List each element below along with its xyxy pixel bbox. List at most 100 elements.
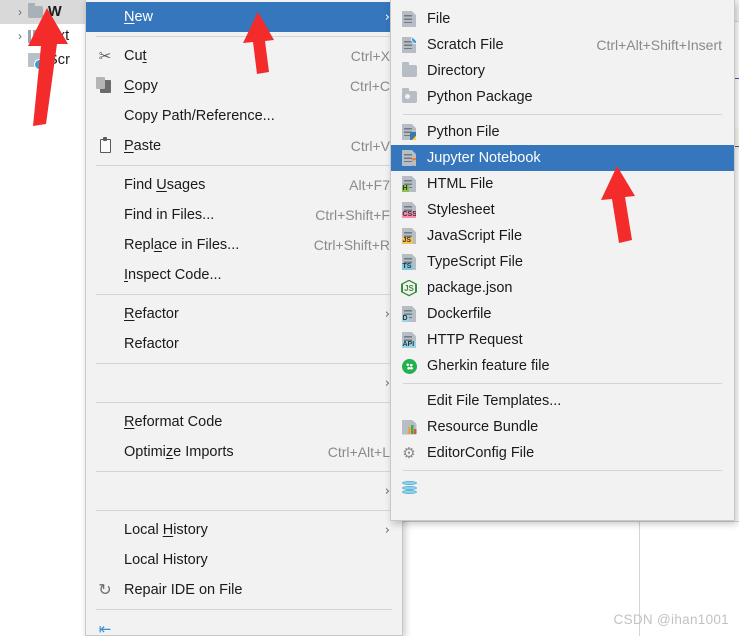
menu-item-open-in[interactable]: › bbox=[86, 476, 402, 506]
submenu-item-package-json[interactable]: JS package.json bbox=[391, 275, 734, 301]
menu-item-label: Refactor bbox=[124, 306, 179, 322]
menu-item-local-history[interactable]: Local History › bbox=[86, 515, 402, 545]
new-file-submenu[interactable]: File Scratch File Ctrl+Alt+Shift+Insert … bbox=[390, 0, 735, 521]
menu-item-copy[interactable]: Copy Ctrl+C bbox=[86, 71, 402, 101]
submenu-item-label: Scratch File bbox=[427, 37, 504, 53]
menu-item-shortcut: Ctrl+X bbox=[350, 48, 390, 64]
paste-icon bbox=[86, 136, 124, 153]
menu-separator bbox=[96, 402, 392, 403]
menu-item-label: Cut bbox=[124, 48, 147, 64]
chevron-right-icon: › bbox=[384, 522, 390, 538]
submenu-item-label: package.json bbox=[427, 280, 513, 296]
submenu-item-scratch-file[interactable]: Scratch File Ctrl+Alt+Shift+Insert bbox=[391, 32, 734, 58]
gear-icon: ⚙ bbox=[402, 443, 416, 462]
menu-item-compare-with[interactable]: ⇤ bbox=[86, 614, 402, 636]
menu-item-shortcut: Ctrl+Shift+R bbox=[313, 237, 390, 253]
chevron-right-icon[interactable]: › bbox=[12, 5, 28, 19]
submenu-item-editorconfig-file[interactable]: ⚙ EditorConfig File bbox=[391, 440, 734, 466]
submenu-item-edit-file-templates[interactable]: Edit File Templates... bbox=[391, 388, 734, 414]
submenu-item-file[interactable]: File bbox=[391, 6, 734, 32]
reload-icon: ↻ bbox=[98, 580, 112, 599]
submenu-item-gherkin-feature-file[interactable]: Gherkin feature file bbox=[391, 353, 734, 379]
menu-item-shortcut: Ctrl+Alt+L bbox=[327, 444, 390, 460]
menu-item-label: Reformat Code bbox=[124, 414, 223, 430]
submenu-item-label: Gherkin feature file bbox=[427, 358, 550, 374]
submenu-item-python-file[interactable]: Python File bbox=[391, 119, 734, 145]
scratches-icon bbox=[28, 53, 48, 70]
submenu-item-label: Python Package bbox=[427, 89, 533, 105]
menu-item-label: Local History bbox=[124, 522, 208, 538]
menu-separator bbox=[96, 363, 392, 364]
cucumber-icon bbox=[391, 358, 427, 374]
submenu-item-resource-bundle[interactable]: Resource Bundle bbox=[391, 414, 734, 440]
menu-item-label: Copy Path/Reference... bbox=[124, 108, 275, 124]
menu-item-shortcut: Ctrl+C bbox=[349, 78, 390, 94]
menu-item-label: New bbox=[124, 9, 154, 25]
menu-item-copy-path-reference[interactable]: Copy Path/Reference... bbox=[86, 101, 402, 131]
menu-item-cut[interactable]: ✂ Cut Ctrl+X bbox=[86, 41, 402, 71]
menu-item-clean-python-compiled-files[interactable]: Refactor bbox=[86, 329, 402, 359]
submenu-item-dockerfile[interactable]: D Dockerfile bbox=[391, 301, 734, 327]
menu-item-inspect-code[interactable]: Inspect Code... bbox=[86, 260, 402, 290]
tree-item-label: Ext bbox=[48, 28, 70, 44]
submenu-item-javascript-file[interactable]: JS JavaScript File bbox=[391, 223, 734, 249]
menu-item-new[interactable]: New › bbox=[86, 2, 402, 32]
menu-item-label: Inspect Code... bbox=[124, 267, 222, 283]
submenu-item-label: HTTP Request bbox=[427, 332, 523, 348]
menu-item-label: Copy bbox=[124, 78, 158, 94]
database-icon bbox=[391, 481, 427, 496]
dockerfile-icon: D bbox=[391, 306, 427, 322]
menu-item-reload-from-disk[interactable]: ↻ Repair IDE on File bbox=[86, 575, 402, 605]
external-libraries-icon bbox=[28, 29, 48, 43]
menu-item-refactor[interactable]: Refactor › bbox=[86, 299, 402, 329]
submenu-item-python-package[interactable]: Python Package bbox=[391, 84, 734, 110]
submenu-item-data-source-in-path[interactable] bbox=[391, 475, 734, 501]
submenu-separator bbox=[403, 383, 722, 384]
menu-item-reformat-code[interactable]: Reformat Code bbox=[86, 407, 402, 437]
menu-item-paste[interactable]: Paste Ctrl+V bbox=[86, 131, 402, 161]
menu-item-label: Optimize Imports bbox=[124, 444, 234, 460]
editor-top-border bbox=[400, 521, 739, 522]
file-icon bbox=[391, 11, 427, 27]
menu-item-shortcut: Alt+F7 bbox=[349, 177, 390, 193]
menu-separator bbox=[96, 165, 392, 166]
menu-separator bbox=[96, 36, 392, 37]
submenu-item-label: HTML File bbox=[427, 176, 494, 192]
submenu-item-label: JavaScript File bbox=[427, 228, 523, 244]
submenu-item-directory[interactable]: Directory bbox=[391, 58, 734, 84]
menu-item-label: Local History bbox=[124, 552, 208, 568]
submenu-separator bbox=[403, 470, 722, 471]
submenu-item-html-file[interactable]: H HTML File bbox=[391, 171, 734, 197]
stylesheet-icon: CSS bbox=[391, 202, 427, 218]
folder-icon bbox=[28, 3, 48, 18]
menu-item-bookmarks[interactable]: › bbox=[86, 368, 402, 398]
submenu-item-typescript-file[interactable]: TS TypeScript File bbox=[391, 249, 734, 275]
copy-icon bbox=[86, 76, 124, 93]
scissors-icon: ✂ bbox=[98, 47, 112, 65]
submenu-item-label: TypeScript File bbox=[427, 254, 523, 270]
submenu-item-label: Jupyter Notebook bbox=[427, 150, 541, 166]
submenu-item-label: File bbox=[427, 11, 451, 27]
menu-item-repair-ide-on-file[interactable]: Local History bbox=[86, 545, 402, 575]
submenu-item-http-request[interactable]: API HTTP Request bbox=[391, 327, 734, 353]
chevron-right-icon[interactable]: › bbox=[12, 29, 28, 43]
menu-item-find-usages[interactable]: Find Usages Alt+F7 bbox=[86, 170, 402, 200]
submenu-item-jupyter-notebook[interactable]: Jupyter Notebook bbox=[391, 145, 734, 171]
menu-item-optimize-imports[interactable]: Optimize Imports Ctrl+Alt+L bbox=[86, 437, 402, 467]
menu-item-replace-in-files[interactable]: Replace in Files... Ctrl+Shift+R bbox=[86, 230, 402, 260]
submenu-item-label: EditorConfig File bbox=[427, 445, 535, 461]
compare-icon: ⇤ bbox=[98, 620, 112, 636]
python-file-icon bbox=[391, 124, 427, 140]
submenu-item-stylesheet[interactable]: CSS Stylesheet bbox=[391, 197, 734, 223]
tree-item-label: Scr bbox=[48, 52, 71, 68]
submenu-item-label: Edit File Templates... bbox=[427, 393, 562, 409]
directory-icon bbox=[391, 62, 427, 77]
screenshot-root: › W › Ext Scr New › ✂ Cut Ctrl+X Copy Ct… bbox=[0, 0, 739, 636]
menu-item-label: Refactor bbox=[124, 336, 179, 352]
html-file-icon: H bbox=[391, 176, 427, 192]
menu-item-label: Paste bbox=[124, 138, 162, 154]
menu-item-label: Replace in Files... bbox=[124, 237, 240, 253]
python-package-icon bbox=[391, 88, 427, 103]
project-context-menu[interactable]: New › ✂ Cut Ctrl+X Copy Ctrl+C Copy Path… bbox=[85, 0, 403, 636]
menu-item-find-in-files[interactable]: Find in Files... Ctrl+Shift+F bbox=[86, 200, 402, 230]
